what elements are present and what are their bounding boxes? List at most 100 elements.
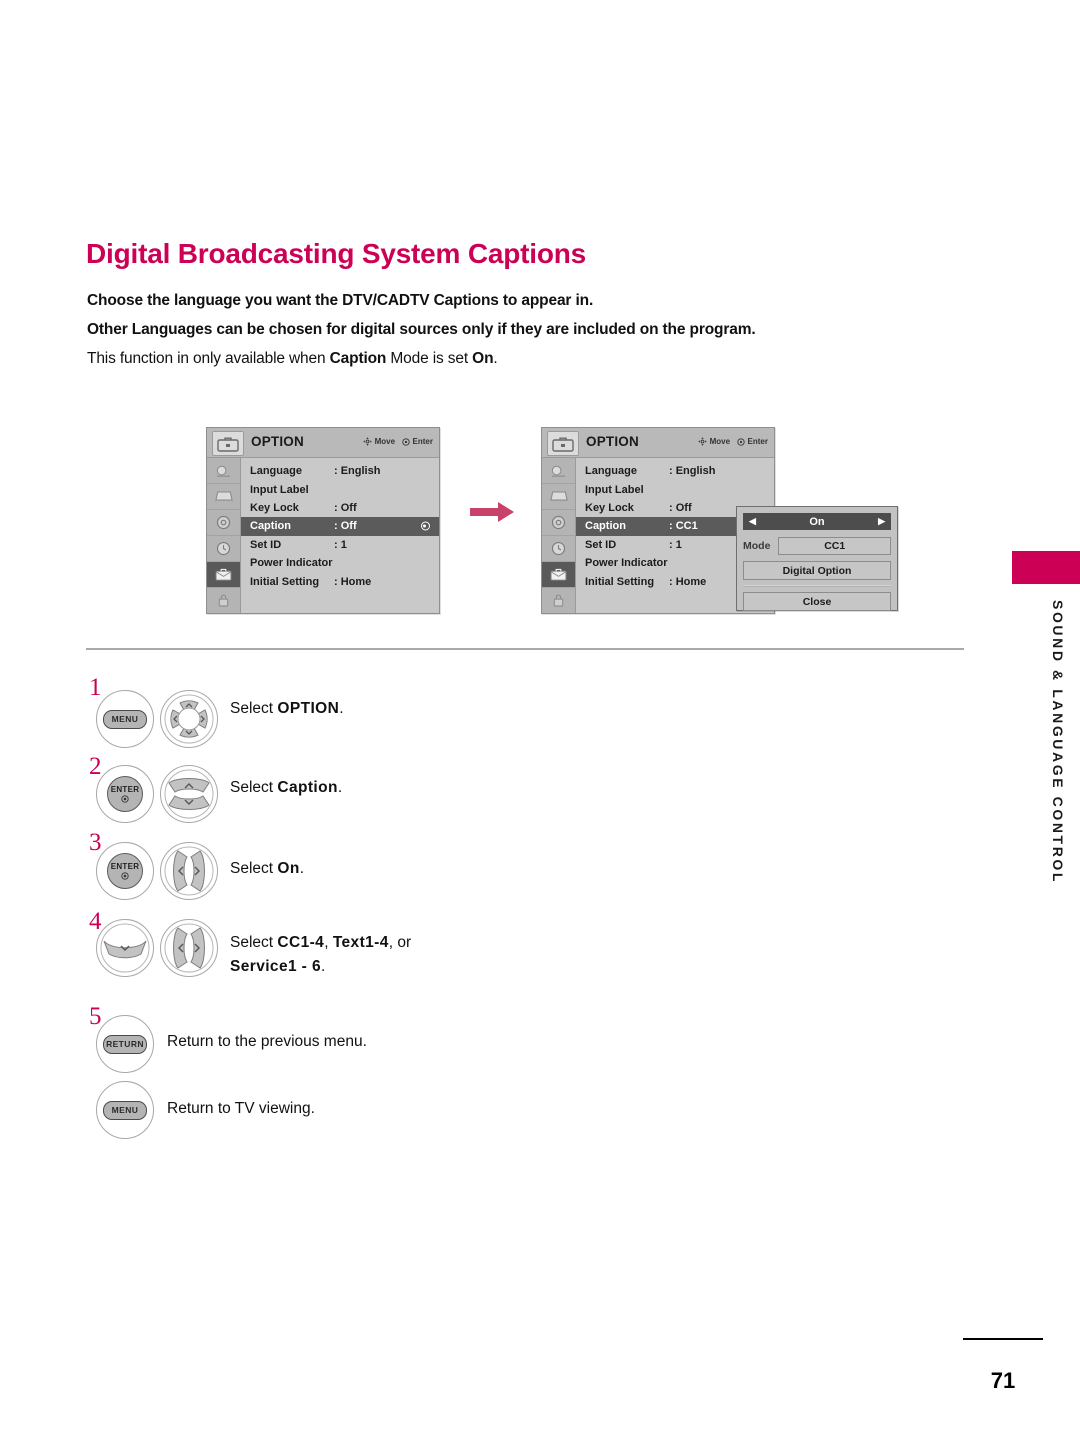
osd-row-label: Caption — [250, 520, 291, 533]
chevron-left-icon[interactable]: ◀ — [749, 516, 756, 527]
osd-category-rail — [207, 458, 241, 613]
enter-button-label: ENTER — [110, 862, 140, 871]
step-1-menu-button[interactable]: MENU — [96, 690, 154, 748]
dpad-move-icon — [363, 437, 372, 446]
osd-title: OPTION — [251, 434, 304, 449]
osd-row-value: : 1 — [334, 538, 347, 551]
osd-panel-before: OPTION Move Enter Language: English Inp… — [206, 427, 440, 614]
step-4-down-rocker[interactable] — [96, 919, 154, 977]
option-suitcase-icon — [212, 431, 244, 456]
step-4-text-tail: , or — [388, 934, 412, 951]
side-tab-accent-block — [1012, 551, 1080, 584]
close-button[interactable]: Close — [743, 592, 891, 611]
osd-row-label: Language — [585, 465, 637, 478]
rail-icon-screen[interactable] — [542, 484, 575, 510]
step-1-text: Select OPTION. — [230, 700, 344, 718]
rail-icon-option[interactable] — [542, 562, 575, 588]
caption-state-value: On — [809, 515, 825, 528]
osd-row[interactable]: Language : English — [576, 462, 774, 480]
rail-icon-screen[interactable] — [207, 484, 240, 510]
chevron-right-icon[interactable]: ▶ — [878, 516, 885, 527]
intro-line-3: This function in only available when Cap… — [87, 350, 498, 368]
osd-row-value: : Off — [669, 501, 692, 514]
step-2-text-plain: Select — [230, 779, 278, 796]
step-2-text-tail: . — [337, 779, 343, 796]
osd-row[interactable]: Key Lock: Off — [241, 499, 439, 517]
step-2-number: 2 — [89, 753, 102, 780]
rail-icon-time[interactable] — [207, 536, 240, 562]
step-4-option-service: Service1 - 6 — [230, 958, 321, 975]
osd-row[interactable]: Power Indicator — [241, 554, 439, 572]
step-3-text-plain: Select — [230, 860, 278, 877]
hint-enter-label: Enter — [747, 437, 768, 446]
caption-state-selector[interactable]: ◀ On ▶ — [743, 513, 891, 530]
rail-icon-lock[interactable] — [542, 588, 575, 613]
step-4-line2-tail: . — [320, 958, 326, 975]
enter-circle-icon — [737, 437, 745, 446]
osd-row-label: Power Indicator — [250, 557, 333, 570]
leftright-rocker-icon — [164, 846, 214, 896]
osd-row[interactable]: Input Label — [576, 480, 774, 498]
mode-setting-row: Mode CC1 — [743, 537, 891, 555]
step-2-updown-rocker[interactable] — [160, 765, 218, 823]
step-1-dpad[interactable] — [160, 690, 218, 748]
enter-dot-icon — [121, 795, 129, 803]
step-4-text-line1: Select CC1-4, Text1-4, or — [230, 934, 411, 952]
rail-icon-picture[interactable] — [542, 458, 575, 484]
step-3-leftright-rocker[interactable] — [160, 842, 218, 900]
osd-row-value: : English — [669, 465, 716, 478]
osd-row-value: : CC1 — [669, 520, 698, 533]
osd-row[interactable]: Language: English — [241, 462, 439, 480]
osd-row-label: Input Label — [250, 483, 309, 496]
osd-row-label: Input Label — [585, 483, 644, 496]
osd-header: OPTION Move Enter — [207, 428, 439, 458]
mode-value-button[interactable]: CC1 — [778, 537, 891, 555]
step-2-text: Select Caption. — [230, 779, 342, 797]
step-2-enter-button[interactable]: ENTER — [96, 765, 154, 823]
menu-button-pill[interactable]: MENU — [103, 1100, 147, 1120]
osd-menu-list: Language: English Input Label Key Lock: … — [241, 458, 439, 613]
flow-arrow-icon — [470, 500, 516, 529]
hint-enter: Enter — [402, 437, 433, 446]
step-5-number: 5 — [89, 1003, 102, 1030]
footer-rule — [963, 1338, 1043, 1340]
hint-move: Move — [698, 437, 730, 446]
hint-enter-label: Enter — [412, 437, 433, 446]
step-3-text-tail: . — [299, 860, 305, 877]
rail-icon-audio[interactable] — [207, 510, 240, 536]
rail-icon-time[interactable] — [542, 536, 575, 562]
enter-button-circle[interactable]: ENTER — [107, 853, 143, 889]
osd-row[interactable]: Initial Setting: Home — [241, 572, 439, 590]
rail-icon-audio[interactable] — [542, 510, 575, 536]
step-3-text-bold: On — [277, 860, 300, 877]
rail-icon-lock[interactable] — [207, 588, 240, 613]
final-step-text: Return to TV viewing. — [167, 1100, 315, 1117]
enter-button-circle[interactable]: ENTER — [107, 776, 143, 812]
step-4-text-plain: Select — [230, 934, 278, 951]
osd-category-rail — [542, 458, 576, 613]
hint-move: Move — [363, 437, 395, 446]
intro-line-2: Other Languages can be chosen for digita… — [87, 321, 756, 338]
dpad-move-icon — [698, 437, 707, 446]
osd-row-label: Caption — [585, 520, 626, 533]
osd-row[interactable]: Input Label — [241, 480, 439, 498]
intro-line-1: Choose the language you want the DTV/CAD… — [87, 292, 594, 309]
step-3-enter-button[interactable]: ENTER — [96, 842, 154, 900]
menu-button-pill[interactable]: MENU — [103, 709, 147, 729]
step-5-return-button[interactable]: RETURN — [96, 1015, 154, 1073]
osd-row[interactable]: Set ID: 1 — [241, 536, 439, 554]
osd-title: OPTION — [586, 434, 639, 449]
osd-row-caption-selected[interactable]: Caption: Off — [241, 517, 439, 536]
osd-row-value: : Home — [334, 575, 372, 588]
step-4-leftright-rocker[interactable] — [160, 919, 218, 977]
step-3-number: 3 — [89, 829, 102, 856]
osd-row-value: : Home — [669, 575, 707, 588]
osd-hints: Move Enter — [363, 437, 433, 446]
mode-label: Mode — [743, 540, 771, 552]
final-menu-button[interactable]: MENU — [96, 1081, 154, 1139]
rail-icon-option[interactable] — [207, 562, 240, 588]
rail-icon-picture[interactable] — [207, 458, 240, 484]
hint-move-label: Move — [374, 437, 396, 446]
digital-option-button[interactable]: Digital Option — [743, 561, 891, 580]
return-button-pill[interactable]: RETURN — [103, 1034, 147, 1054]
